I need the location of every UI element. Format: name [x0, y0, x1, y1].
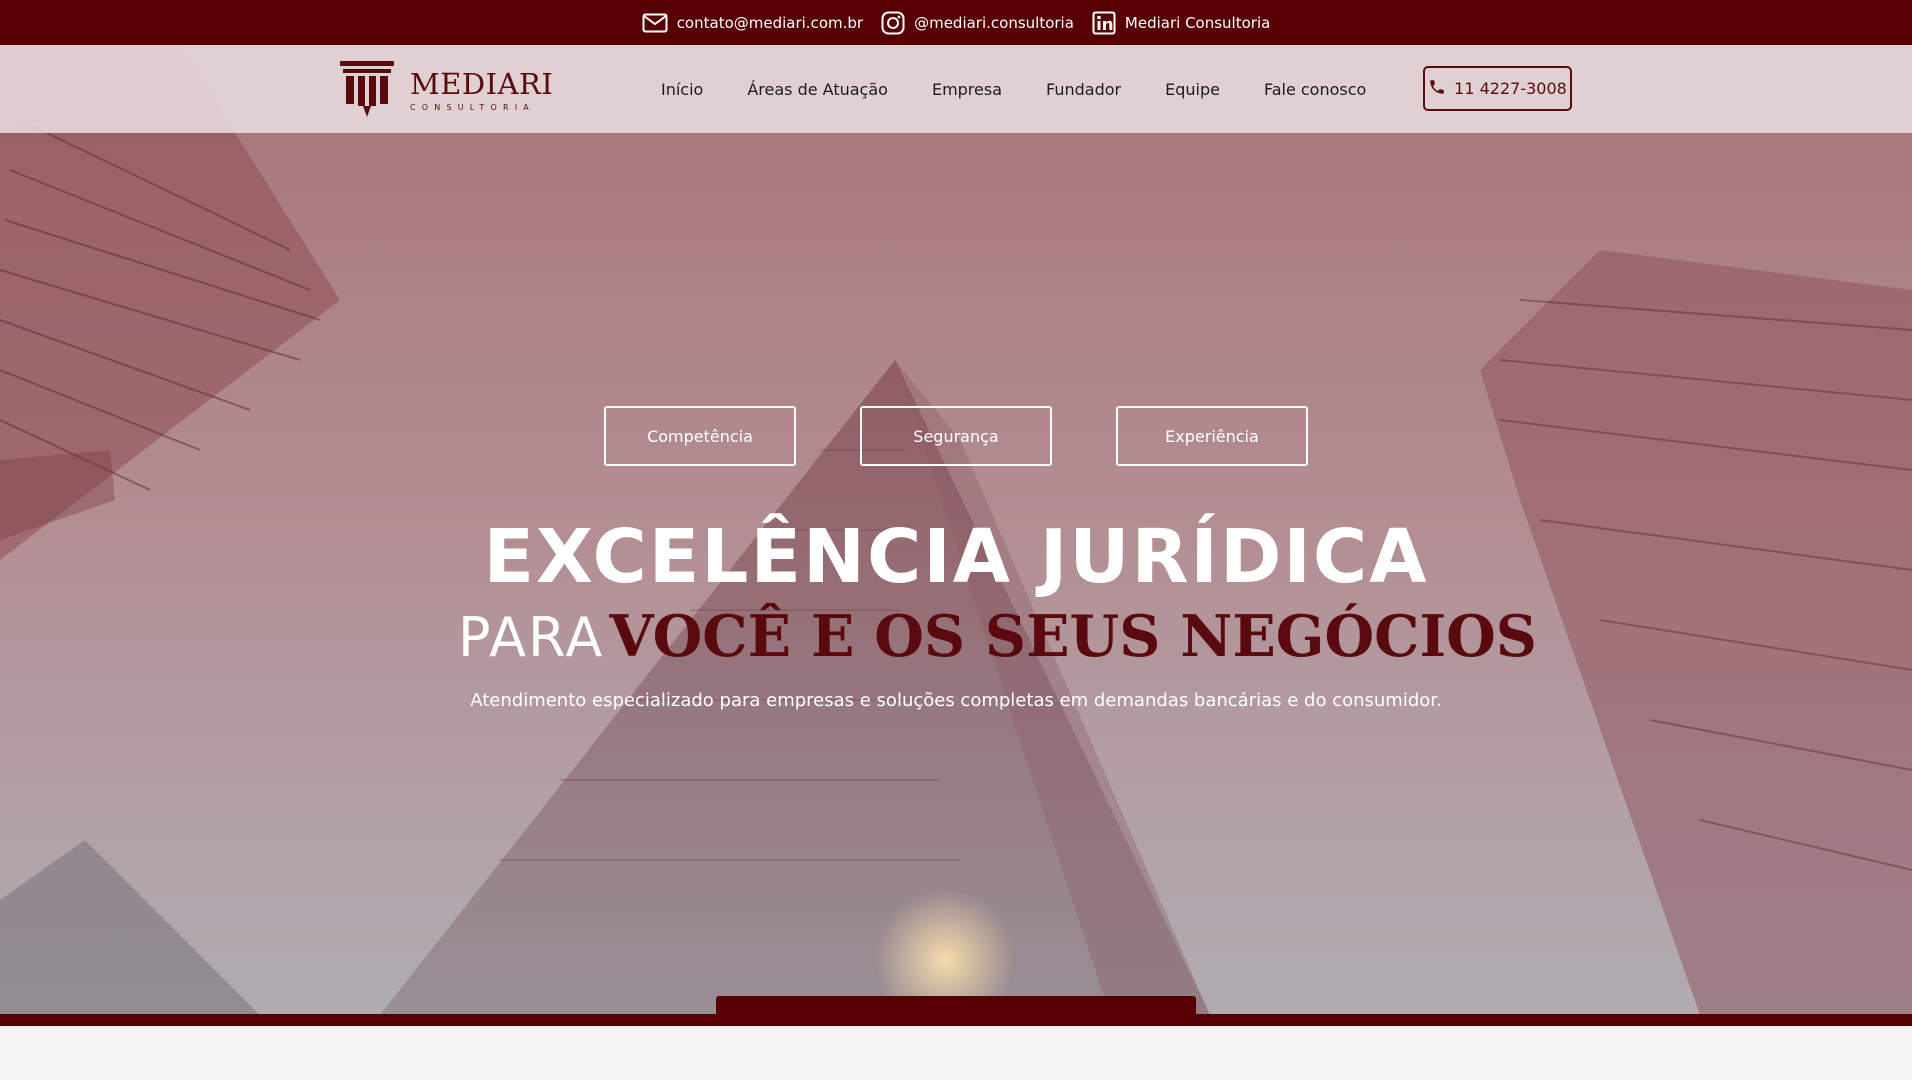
section-tab-decoration [716, 996, 1196, 1016]
nav-item-areas-de-atuacao[interactable]: Áreas de Atuação [747, 80, 888, 99]
logo-wordmark: MEDIARI CONSULTORIA [410, 67, 554, 113]
main-navbar: MEDIARI CONSULTORIA Início Áreas de Atua… [0, 45, 1912, 133]
linkedin-link[interactable]: Mediari Consultoria [1092, 11, 1270, 35]
nav-item-fale-conosco[interactable]: Fale conosco [1264, 80, 1366, 99]
logo-subtitle: CONSULTORIA [410, 103, 535, 112]
logo[interactable]: MEDIARI CONSULTORIA [338, 59, 553, 123]
nav-item-inicio[interactable]: Início [661, 80, 703, 99]
top-contact-bar: contato@mediari.com.br @mediari.consulto… [0, 0, 1912, 45]
hero-bottom-divider [0, 1014, 1912, 1026]
phone-number: 11 4227-3008 [1454, 79, 1567, 98]
linkedin-icon [1092, 11, 1116, 35]
pillar-logo-icon [338, 59, 396, 123]
nav-item-equipe[interactable]: Equipe [1165, 80, 1220, 99]
email-text: contato@mediari.com.br [676, 13, 864, 32]
hero-subheadline: PARA VOCÊ E OS SEUS NEGÓCIOS [458, 608, 1537, 665]
hero-tagline: Atendimento especializado para empresas … [470, 690, 1442, 711]
hero-subheadline-accent: VOCÊ E OS SEUS NEGÓCIOS [609, 603, 1537, 670]
pill-seguranca[interactable]: Segurança [860, 406, 1052, 466]
mail-icon [642, 13, 668, 33]
pill-competencia[interactable]: Competência [604, 406, 796, 466]
instagram-link[interactable]: @mediari.consultoria [881, 11, 1074, 35]
phone-icon [1428, 78, 1446, 100]
linkedin-text: Mediari Consultoria [1124, 13, 1271, 32]
instagram-icon [881, 11, 905, 35]
phone-button[interactable]: 11 4227-3008 [1423, 66, 1572, 111]
nav-menu: Início Áreas de Atuação Empresa Fundador… [661, 45, 1366, 133]
pill-experiencia[interactable]: Experiência [1116, 406, 1308, 466]
nav-item-fundador[interactable]: Fundador [1046, 80, 1121, 99]
hero-headline: EXCELÊNCIA JURÍDICA [483, 514, 1429, 600]
instagram-text: @mediari.consultoria [914, 13, 1074, 32]
logo-name: MEDIARI [410, 67, 554, 101]
hero-subheadline-prefix: PARA [458, 606, 605, 669]
email-link[interactable]: contato@mediari.com.br [642, 13, 863, 33]
next-section [0, 1026, 1912, 1080]
nav-item-empresa[interactable]: Empresa [932, 80, 1002, 99]
